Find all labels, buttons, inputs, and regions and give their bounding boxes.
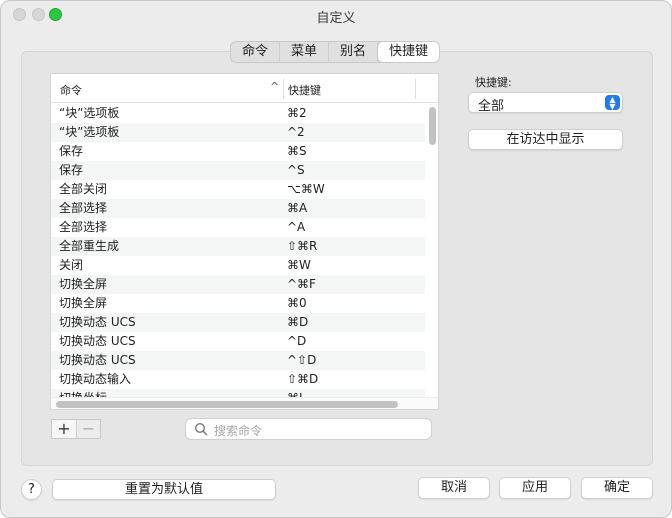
shortcut-cell[interactable]: ⌘2	[287, 104, 307, 123]
ok-button[interactable]: 确定	[581, 477, 653, 499]
table-row[interactable]: “块”选项板 ⌘2	[51, 104, 425, 123]
shortcut-filter-label: 快捷键:	[475, 76, 512, 89]
command-cell: “块”选项板	[59, 106, 120, 120]
add-shortcut-button[interactable]: +	[52, 420, 76, 438]
table-row[interactable]: 全部选择 ⌘A	[51, 199, 425, 218]
show-in-finder-button[interactable]: 在访达中显示	[468, 129, 623, 150]
shortcut-cell[interactable]: ^⌘F	[287, 275, 316, 294]
tab-aliases[interactable]: 别名	[329, 42, 379, 62]
command-cell: 切换坐标	[59, 389, 107, 397]
command-cell: 切换动态 UCS	[59, 315, 136, 329]
table-row[interactable]: 切换动态 UCS ⌘D	[51, 313, 425, 332]
column-divider[interactable]	[283, 79, 284, 99]
shortcut-cell[interactable]: ⇧⌘D	[287, 370, 318, 389]
tab-bar: 命令 菜单 别名 快捷键	[230, 41, 441, 63]
command-cell: 全部选择	[59, 201, 108, 215]
shortcut-cell[interactable]: ⌘A	[287, 199, 307, 218]
table-row[interactable]: 保存 ^S	[51, 161, 425, 180]
shortcut-cell[interactable]: ^⇧D	[287, 351, 316, 370]
tab-shortcuts[interactable]: 快捷键	[378, 42, 440, 62]
command-cell: 切换动态 UCS	[59, 334, 136, 348]
shortcut-cell[interactable]: ⌘S	[287, 142, 307, 161]
tab-menus[interactable]: 菜单	[280, 42, 330, 62]
shortcut-cell[interactable]: ⌥⌘W	[287, 180, 325, 199]
vertical-scroll-thumb[interactable]	[429, 107, 436, 145]
command-cell: 切换全屏	[59, 277, 108, 291]
table-row[interactable]: 切换动态 UCS ^⇧D	[51, 351, 425, 370]
search-field[interactable]: 搜索命令	[185, 418, 432, 440]
table-row[interactable]: 全部重生成 ⇧⌘R	[51, 237, 425, 256]
table-row[interactable]: 全部选择 ^A	[51, 218, 425, 237]
column-header-command[interactable]: 命令	[60, 82, 82, 98]
command-cell: “块”选项板	[59, 125, 120, 139]
search-placeholder: 搜索命令	[214, 424, 263, 438]
table-row[interactable]: 切换全屏 ^⌘F	[51, 275, 425, 294]
cancel-button[interactable]: 取消	[418, 477, 490, 499]
shortcut-cell[interactable]: ^D	[287, 332, 306, 351]
reset-defaults-button[interactable]: 重置为默认值	[52, 479, 276, 500]
table-row[interactable]: 全部关闭 ⌥⌘W	[51, 180, 425, 199]
shortcut-cell[interactable]: ⌘L	[287, 389, 306, 397]
title-bar: 自定义	[1, 1, 671, 29]
table-row[interactable]: 切换动态输入 ⇧⌘D	[51, 370, 425, 389]
shortcut-cell[interactable]: ^S	[287, 161, 305, 180]
table-row[interactable]: 保存 ⌘S	[51, 142, 425, 161]
help-button[interactable]: ?	[21, 479, 42, 500]
shortcut-filter-select[interactable]: 全部 ▲ ▼	[468, 92, 623, 114]
chevron-updown-icon: ▲ ▼	[605, 95, 620, 111]
command-cell: 全部关闭	[59, 182, 108, 196]
command-cell: 全部重生成	[59, 239, 120, 253]
shortcut-cell[interactable]: ^A	[287, 218, 305, 237]
command-cell: 切换全屏	[59, 296, 108, 310]
tab-commands[interactable]: 命令	[231, 42, 281, 62]
horizontal-scroll-thumb[interactable]	[56, 401, 398, 408]
shortcut-cell[interactable]: ⌘W	[287, 256, 311, 275]
add-remove-group: + −	[51, 419, 101, 439]
table-row[interactable]: 切换全屏 ⌘0	[51, 294, 425, 313]
command-cell: 切换动态 UCS	[59, 353, 136, 367]
table-row[interactable]: 切换坐标 ⌘L	[51, 389, 425, 397]
shortcut-cell[interactable]: ⌘D	[287, 313, 308, 332]
sort-ascending-icon[interactable]: ^	[270, 80, 279, 93]
command-cell: 保存	[59, 163, 84, 177]
table-body: “块”选项板 ⌘2 “块”选项板 ^2 保存 ⌘S 保存 ^S 全部关闭 ⌥⌘W 全部选择 ⌘A 全部选…	[51, 104, 425, 397]
command-cell: 关闭	[59, 258, 84, 272]
horizontal-scrollbar[interactable]	[51, 397, 438, 409]
command-cell: 切换动态输入	[59, 372, 132, 386]
command-cell: 全部选择	[59, 220, 108, 234]
column-divider[interactable]	[415, 79, 416, 99]
table-row[interactable]: 关闭 ⌘W	[51, 256, 425, 275]
shortcut-cell[interactable]: ⌘0	[287, 294, 307, 313]
window-title: 自定义	[316, 11, 356, 26]
shortcut-filter-value: 全部	[478, 99, 505, 114]
command-cell: 保存	[59, 144, 84, 158]
shortcuts-table: 命令 ^ 快捷键 “块”选项板 ⌘2 “块”选项板 ^2 保存 ⌘S 保存 ^S 全部关闭 ⌥⌘W…	[50, 73, 439, 410]
apply-button[interactable]: 应用	[499, 477, 571, 499]
shortcut-cell[interactable]: ^2	[287, 123, 305, 142]
table-header: 命令 ^ 快捷键	[51, 74, 438, 103]
customize-window: 自定义 命令 菜单 别名 快捷键 命令 ^ 快捷键 “块”选项板 ⌘2 “块”选项板…	[0, 0, 672, 518]
remove-shortcut-button[interactable]: −	[75, 420, 100, 438]
shortcut-cell[interactable]: ⇧⌘R	[287, 237, 317, 256]
table-row[interactable]: 切换动态 UCS ^D	[51, 332, 425, 351]
column-header-shortcut[interactable]: 快捷键	[288, 82, 321, 98]
search-icon	[194, 422, 208, 436]
table-row[interactable]: “块”选项板 ^2	[51, 123, 425, 142]
vertical-scrollbar[interactable]	[427, 105, 438, 395]
